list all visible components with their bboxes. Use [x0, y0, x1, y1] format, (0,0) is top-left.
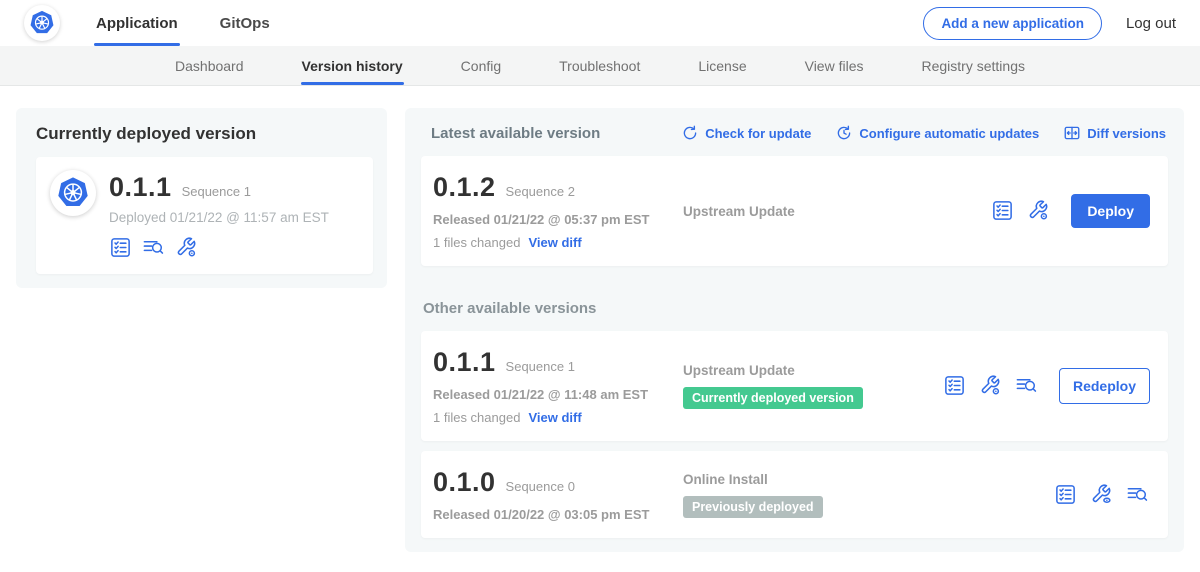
split-compare-icon — [1063, 124, 1081, 142]
deployed-version-card: 0.1.1 Sequence 1 Deployed 01/21/22 @ 11:… — [36, 157, 373, 274]
preflight-checklist-icon[interactable] — [109, 236, 133, 260]
check-for-update-button[interactable]: Check for update — [681, 124, 811, 142]
released-timestamp: Released 01/20/22 @ 03:05 pm EST — [433, 507, 683, 522]
logout-button[interactable]: Log out — [1126, 15, 1176, 32]
check-for-update-label: Check for update — [705, 126, 811, 141]
version-source: Online Install Previously deployed — [683, 472, 943, 518]
sequence-label: Sequence 1 — [506, 359, 575, 374]
version-source: Upstream Update Currently deployed versi… — [683, 363, 943, 409]
tab-troubleshoot[interactable]: Troubleshoot — [558, 46, 641, 85]
wrench-gear-icon[interactable] — [175, 236, 199, 260]
view-diff-link[interactable]: View diff — [528, 235, 581, 250]
tab-license[interactable]: License — [697, 46, 747, 85]
main-content: Currently deployed version — [0, 86, 1200, 572]
tab-application[interactable]: Application — [94, 0, 180, 46]
add-new-application-button[interactable]: Add a new application — [923, 7, 1102, 40]
files-changed-label: 1 files changed — [433, 410, 520, 425]
redeploy-button[interactable]: Redeploy — [1059, 368, 1150, 404]
version-source: Upstream Update — [683, 204, 943, 219]
version-info: 0.1.0 Sequence 0 Released 01/20/22 @ 03:… — [433, 467, 683, 522]
sequence-label: Sequence 0 — [506, 479, 575, 494]
latest-version-header: Latest available version Check for updat… — [431, 124, 1166, 142]
topnav-right: Add a new application Log out — [923, 7, 1176, 40]
deployed-panel-title: Currently deployed version — [36, 124, 373, 144]
clock-refresh-icon — [835, 124, 853, 142]
app-logo — [24, 5, 60, 41]
version-card-0-1-0: 0.1.0 Sequence 0 Released 01/20/22 @ 03:… — [421, 451, 1168, 538]
logs-magnifier-icon[interactable] — [142, 236, 166, 260]
version-number: 0.1.0 — [433, 467, 496, 498]
logs-magnifier-icon[interactable] — [1126, 483, 1150, 507]
other-versions-title: Other available versions — [423, 300, 1168, 317]
configure-automatic-updates-button[interactable]: Configure automatic updates — [835, 124, 1039, 142]
app-subnav: Dashboard Version history Config Trouble… — [0, 46, 1200, 86]
released-timestamp: Released 01/21/22 @ 05:37 pm EST — [433, 212, 683, 227]
tab-dashboard[interactable]: Dashboard — [174, 46, 245, 85]
view-diff-link[interactable]: View diff — [528, 410, 581, 425]
preflight-checklist-icon[interactable] — [1054, 483, 1078, 507]
deploy-button[interactable]: Deploy — [1071, 194, 1150, 228]
top-navbar: Application GitOps Add a new application… — [0, 0, 1200, 46]
preflight-checklist-icon[interactable] — [943, 374, 967, 398]
tab-version-history[interactable]: Version history — [301, 46, 404, 85]
circular-arrow-icon — [681, 124, 699, 142]
wrench-gear-icon[interactable] — [979, 374, 1003, 398]
version-card-0-1-2: 0.1.2 Sequence 2 Released 01/21/22 @ 05:… — [421, 156, 1168, 266]
wrench-gear-icon[interactable] — [1027, 199, 1051, 223]
tab-gitops[interactable]: GitOps — [218, 0, 272, 46]
sequence-label: Sequence 2 — [506, 184, 575, 199]
topnav-tabs: Application GitOps — [94, 0, 272, 46]
currently-deployed-panel: Currently deployed version — [16, 108, 387, 288]
version-info: 0.1.2 Sequence 2 Released 01/21/22 @ 05:… — [433, 172, 683, 250]
version-info: 0.1.1 Sequence 1 Released 01/21/22 @ 11:… — [433, 347, 683, 425]
version-card-0-1-1: 0.1.1 Sequence 1 Released 01/21/22 @ 11:… — [421, 331, 1168, 441]
tab-registry-settings[interactable]: Registry settings — [921, 46, 1026, 85]
latest-version-title: Latest available version — [431, 125, 600, 142]
version-history-panel: Latest available version Check for updat… — [405, 108, 1184, 552]
tab-view-files[interactable]: View files — [804, 46, 865, 85]
diff-versions-button[interactable]: Diff versions — [1063, 124, 1166, 142]
diff-versions-label: Diff versions — [1087, 126, 1166, 141]
kubernetes-logo-icon — [28, 9, 56, 37]
update-actions: Check for update Configure automatic upd… — [681, 124, 1166, 142]
currently-deployed-badge: Currently deployed version — [683, 387, 863, 409]
released-timestamp: Released 01/21/22 @ 11:48 am EST — [433, 387, 683, 402]
source-label: Online Install — [683, 472, 943, 487]
version-number: 0.1.2 — [433, 172, 496, 203]
deployed-app-logo — [50, 170, 96, 216]
version-actions: Redeploy — [943, 368, 1150, 404]
deployed-version-number: 0.1.1 — [109, 172, 172, 203]
preflight-checklist-icon[interactable] — [991, 199, 1015, 223]
files-changed-label: 1 files changed — [433, 235, 520, 250]
previously-deployed-badge: Previously deployed — [683, 496, 823, 518]
wrench-eye-icon[interactable] — [1090, 483, 1114, 507]
configure-automatic-updates-label: Configure automatic updates — [859, 126, 1039, 141]
source-label: Upstream Update — [683, 363, 943, 378]
deployed-timestamp: Deployed 01/21/22 @ 11:57 am EST — [109, 210, 329, 225]
tab-config[interactable]: Config — [460, 46, 502, 85]
version-actions: Deploy — [991, 194, 1150, 228]
source-label: Upstream Update — [683, 204, 943, 219]
logs-magnifier-icon[interactable] — [1015, 374, 1039, 398]
deployed-sequence-label: Sequence 1 — [182, 184, 251, 199]
version-actions — [1054, 483, 1150, 507]
deployed-version-info: 0.1.1 Sequence 1 Deployed 01/21/22 @ 11:… — [109, 170, 329, 260]
kubernetes-logo-icon — [55, 175, 91, 211]
version-number: 0.1.1 — [433, 347, 496, 378]
